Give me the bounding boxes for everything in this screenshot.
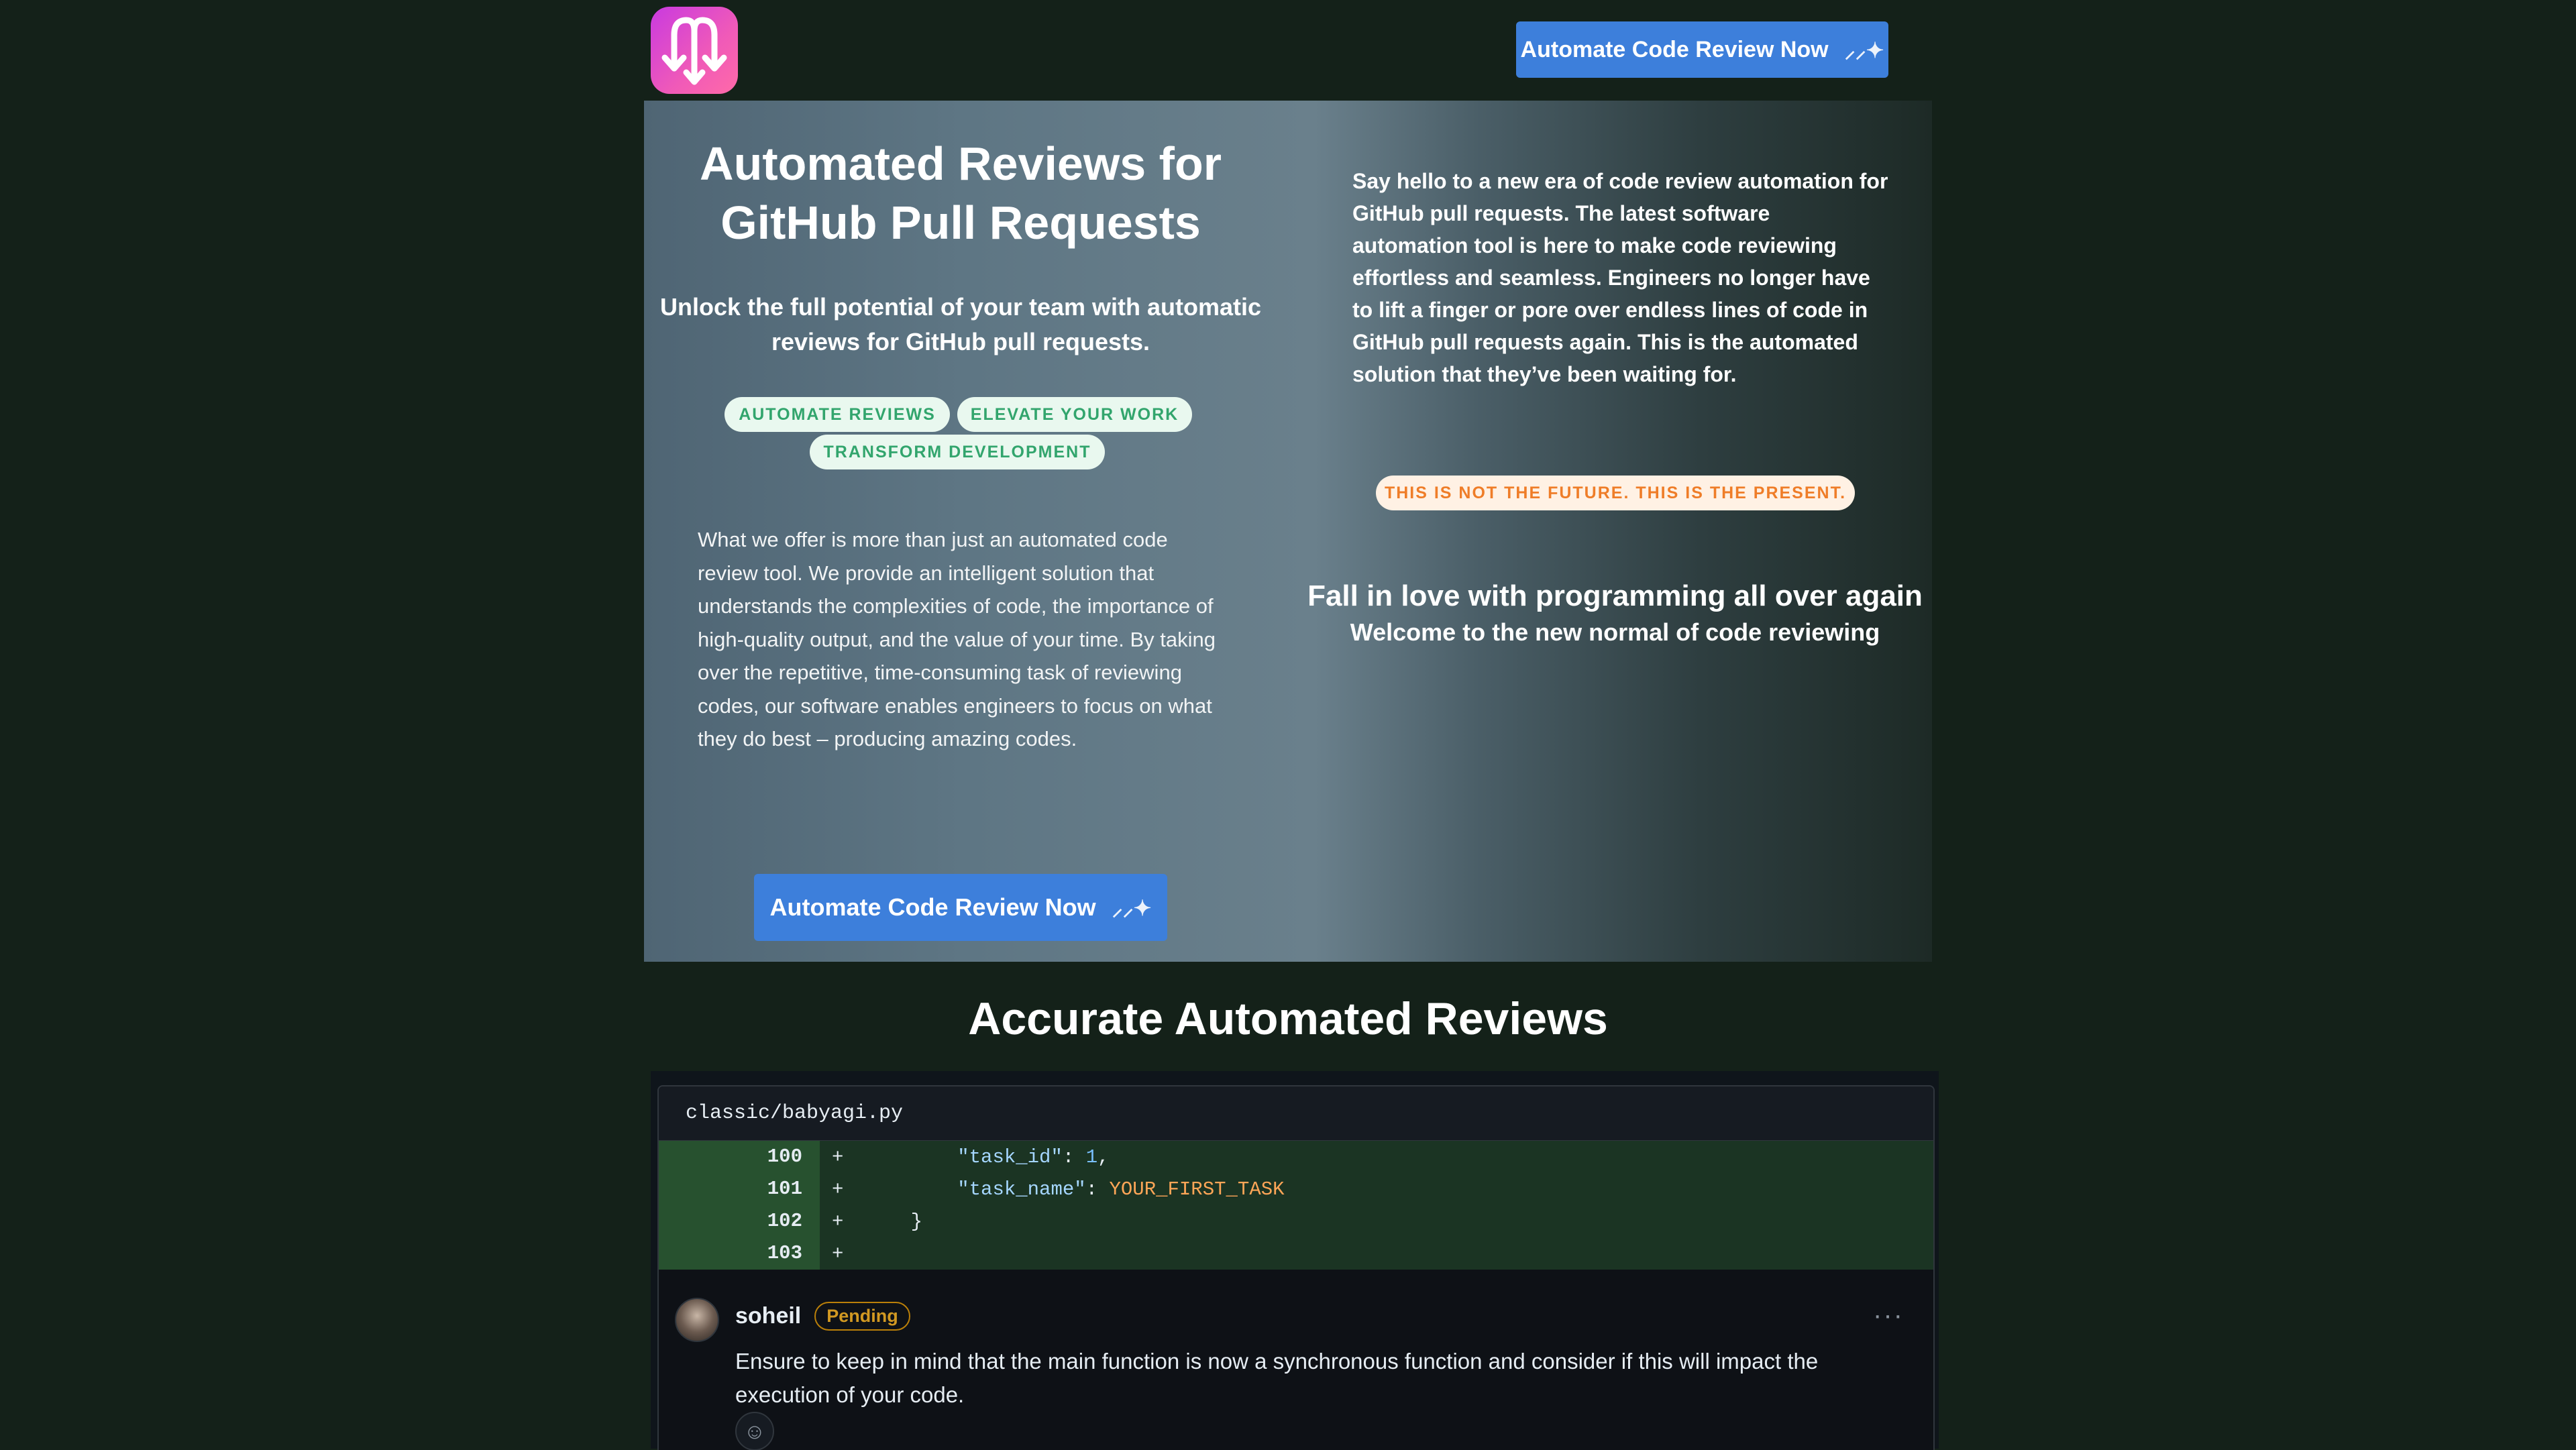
line-number: 101: [659, 1173, 820, 1205]
review-comment: soheil Pending ··· Ensure to keep in min…: [659, 1270, 1933, 1450]
love-headline: Fall in love with programming all over a…: [1307, 579, 1923, 612]
comment-body: Ensure to keep in mind that the main fun…: [735, 1349, 1819, 1407]
top-bar: Automate Code Review Now ⸝⸝✦: [0, 0, 2576, 101]
diff-line: 100 + "task_id": 1,: [659, 1141, 1933, 1173]
button-label: Automate Code Review Now: [1520, 36, 1829, 62]
status-badge: Pending: [814, 1302, 910, 1331]
comment-author[interactable]: soheil: [735, 1303, 801, 1329]
magic-wand-icon: ⸝⸝✦: [1112, 895, 1152, 920]
avatar[interactable]: [675, 1298, 719, 1342]
tag-elevate-your-work: ELEVATE YOUR WORK: [957, 397, 1192, 432]
intro-paragraph: Say hello to a new era of code review au…: [1352, 169, 1888, 386]
magic-wand-icon: ⸝⸝✦: [1844, 38, 1884, 62]
smiley-icon[interactable]: ☺: [735, 1412, 774, 1450]
diff-sign: +: [832, 1146, 844, 1168]
app-logo[interactable]: [651, 7, 738, 94]
automate-code-review-button-hero[interactable]: Automate Code Review Now ⸝⸝✦: [754, 874, 1167, 941]
diff-sign: +: [832, 1210, 844, 1233]
hero-subtitle: Unlock the full potential of your team w…: [659, 293, 1262, 355]
diff-sign: +: [832, 1242, 844, 1265]
section-title: Accurate Automated Reviews: [968, 993, 1608, 1044]
ellipsis-icon[interactable]: ···: [1873, 1300, 1904, 1331]
tag-transform-development: TRANSFORM DEVELOPMENT: [810, 435, 1105, 469]
comment-header: soheil Pending: [735, 1302, 910, 1331]
hero-title: Automated Reviews for GitHub Pull Reques…: [700, 137, 1222, 249]
download-arrows-logo-icon: [661, 17, 727, 85]
code-review-card: classic/babyagi.py 100 + "task_id": 1, 1…: [657, 1085, 1935, 1450]
code-text: }: [910, 1210, 923, 1233]
code-text: "task_id": 1,: [957, 1146, 1110, 1168]
diff-line: 102 + }: [659, 1205, 1933, 1237]
button-label: Automate Code Review Now: [769, 893, 1096, 921]
line-number: 103: [659, 1237, 820, 1270]
diff-line: 103 +: [659, 1237, 1933, 1270]
diff-sign: +: [832, 1178, 844, 1201]
code-text: "task_name": YOUR_FIRST_TASK: [957, 1178, 1285, 1201]
diff-line: 101 + "task_name": YOUR_FIRST_TASK: [659, 1173, 1933, 1205]
present-badge: THIS IS NOT THE FUTURE. THIS IS THE PRES…: [1376, 476, 1855, 510]
diff-block: 100 + "task_id": 1, 101 + "task_name": Y…: [659, 1141, 1933, 1270]
line-number: 100: [659, 1141, 820, 1173]
offer-paragraph: What we offer is more than just an autom…: [698, 528, 1216, 750]
line-number: 102: [659, 1205, 820, 1237]
file-path[interactable]: classic/babyagi.py: [659, 1086, 1933, 1141]
tag-automate-reviews: AUTOMATE REVIEWS: [724, 397, 950, 432]
automate-code-review-button-header[interactable]: Automate Code Review Now ⸝⸝✦: [1516, 21, 1888, 78]
welcome-line: Welcome to the new normal of code review…: [1350, 618, 1880, 646]
